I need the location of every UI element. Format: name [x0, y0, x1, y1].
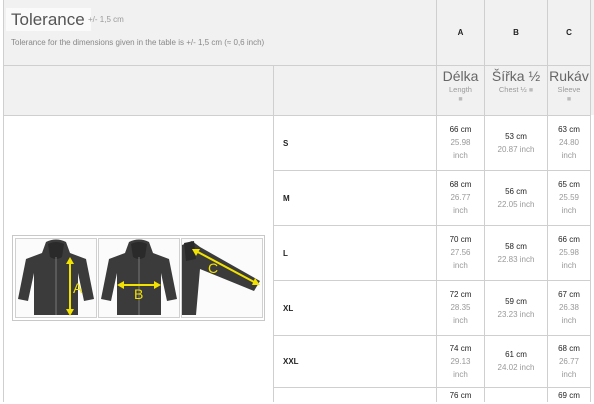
- value-chest: 53 cm 20.87 inch: [485, 116, 547, 170]
- column-sublabel: Chest ½ ■: [485, 84, 547, 96]
- value-inch: 23.23 inch: [497, 309, 535, 319]
- column-header-length: Délka Length ■: [437, 68, 484, 105]
- value-unit: inch: [561, 369, 577, 379]
- hoodie-front-icon: B: [101, 239, 177, 315]
- value-sleeve: 68 cm 26.77 inch: [548, 336, 590, 387]
- square-icon: ■: [458, 96, 463, 103]
- value-cm: 69 cm: [558, 391, 580, 400]
- label-c: C: [208, 260, 218, 276]
- value-sleeve: 67 cm 26.38 inch: [548, 281, 590, 335]
- hoodie-front-icon: A: [18, 239, 94, 316]
- tolerance-ghost-text: +/- 1,5 cm: [88, 15, 124, 24]
- value-length: 74 cm 29.13 inch: [437, 336, 484, 387]
- tolerance-title: Tolerance: [6, 8, 91, 31]
- value-chest: 59 cm 23.23 inch: [485, 281, 547, 335]
- column-label: Šířka ½: [491, 68, 541, 84]
- value-inch: 26.38: [558, 303, 580, 312]
- value-cm: 70 cm: [449, 235, 472, 244]
- value-inch: 20.87 inch: [497, 144, 535, 154]
- size-label: XL: [283, 303, 294, 313]
- column-sublabel: Length: [449, 85, 472, 94]
- value-inch: 22.83 inch: [497, 254, 535, 264]
- column-header-sleeve: Rukáv Sleeve ■: [548, 68, 590, 105]
- value-sleeve: 65 cm 25.59 inch: [548, 171, 590, 225]
- hoodie-side-icon: C: [182, 241, 260, 315]
- value-unit: inch: [561, 261, 577, 270]
- hoodie-photo-chest: B: [98, 238, 180, 318]
- value-length: 68 cm 26.77 inch: [437, 171, 484, 225]
- value-chest: 56 cm 22.05 inch: [485, 171, 547, 225]
- value-cm: 67 cm: [558, 290, 580, 299]
- square-icon: ■: [566, 96, 572, 103]
- value-cm: 53 cm: [505, 131, 527, 141]
- size-label: S: [283, 138, 289, 148]
- value-inch: 24.80: [558, 138, 580, 147]
- value-length: 70 cm 27.56 inch: [437, 226, 484, 280]
- value-cm: 68 cm: [449, 180, 472, 189]
- value-inch: 28.35: [450, 303, 471, 312]
- column-sublabel: Sleeve: [557, 85, 581, 94]
- size-label: M: [283, 193, 290, 203]
- column-label: Rukáv: [549, 68, 589, 84]
- column-key-c: C: [566, 28, 572, 37]
- tolerance-description: Tolerance for the dimensions given in th…: [11, 38, 265, 47]
- value-cm: 74 cm: [449, 343, 472, 353]
- value-cm: 63 cm: [558, 125, 580, 134]
- value-unit: inch: [453, 316, 468, 325]
- value-unit: inch: [453, 206, 468, 215]
- value-cm: 56 cm: [505, 186, 527, 196]
- value-cm: 65 cm: [558, 180, 580, 189]
- grid-line: [3, 0, 4, 402]
- tolerance-header: Tolerance +/- 1,5 cm Tolerance for the d…: [6, 8, 426, 52]
- value-unit: inch: [561, 316, 577, 325]
- value-inch: 25.59: [558, 193, 580, 202]
- column-key-b: B: [513, 28, 519, 37]
- value-cm: 66 cm: [449, 125, 472, 134]
- value-inch: 27.56: [450, 248, 471, 257]
- value-inch: 29.13: [450, 356, 471, 366]
- value-unit: inch: [453, 151, 468, 160]
- value-cm: 66 cm: [558, 235, 580, 244]
- value-chest: 61 cm 24.02 inch: [485, 336, 547, 387]
- value-cm: 58 cm: [505, 241, 527, 251]
- value-chest: 58 cm 22.83 inch: [485, 226, 547, 280]
- value-sleeve: 63 cm 24.80 inch: [548, 116, 590, 170]
- measurement-diagram: A B C: [12, 235, 265, 321]
- value-unit: inch: [453, 261, 468, 270]
- value-cm: 76 cm: [449, 391, 472, 400]
- value-unit: inch: [453, 369, 468, 379]
- square-icon: ■: [528, 87, 534, 94]
- value-length: 72 cm 28.35 inch: [437, 281, 484, 335]
- value-sleeve: 66 cm 25.98 inch: [548, 226, 590, 280]
- grid-line: [273, 387, 591, 388]
- value-inch: 26.77: [450, 193, 471, 202]
- value-inch: 25.98: [450, 138, 471, 147]
- hoodie-photo-length: A: [15, 238, 97, 318]
- value-cm: 68 cm: [558, 343, 580, 353]
- grid-line: [590, 0, 591, 402]
- value-cm: 72 cm: [449, 290, 472, 299]
- column-label: Délka: [442, 68, 479, 84]
- column-key-a: A: [457, 28, 464, 37]
- value-unit: inch: [561, 151, 577, 160]
- label-a: A: [73, 280, 83, 296]
- value-cm: 61 cm: [505, 350, 527, 359]
- size-label: L: [283, 248, 288, 258]
- column-header-chest: Šířka ½ Chest ½ ■: [485, 68, 547, 96]
- value-cm: 59 cm: [505, 296, 527, 306]
- value-inch: 24.02 inch: [497, 363, 535, 372]
- grid-line: [3, 65, 591, 66]
- value-length: 66 cm 25.98 inch: [437, 116, 484, 170]
- value-inch: 25.98: [558, 248, 580, 257]
- value-unit: inch: [561, 206, 577, 215]
- column-sublabel-text: Chest ½: [498, 85, 527, 94]
- value-inch: 26.77: [558, 356, 580, 366]
- value-inch: 22.05 inch: [497, 199, 535, 209]
- size-label: XXL: [283, 357, 299, 366]
- label-b: B: [134, 286, 143, 302]
- hoodie-photo-sleeve: C: [181, 238, 263, 318]
